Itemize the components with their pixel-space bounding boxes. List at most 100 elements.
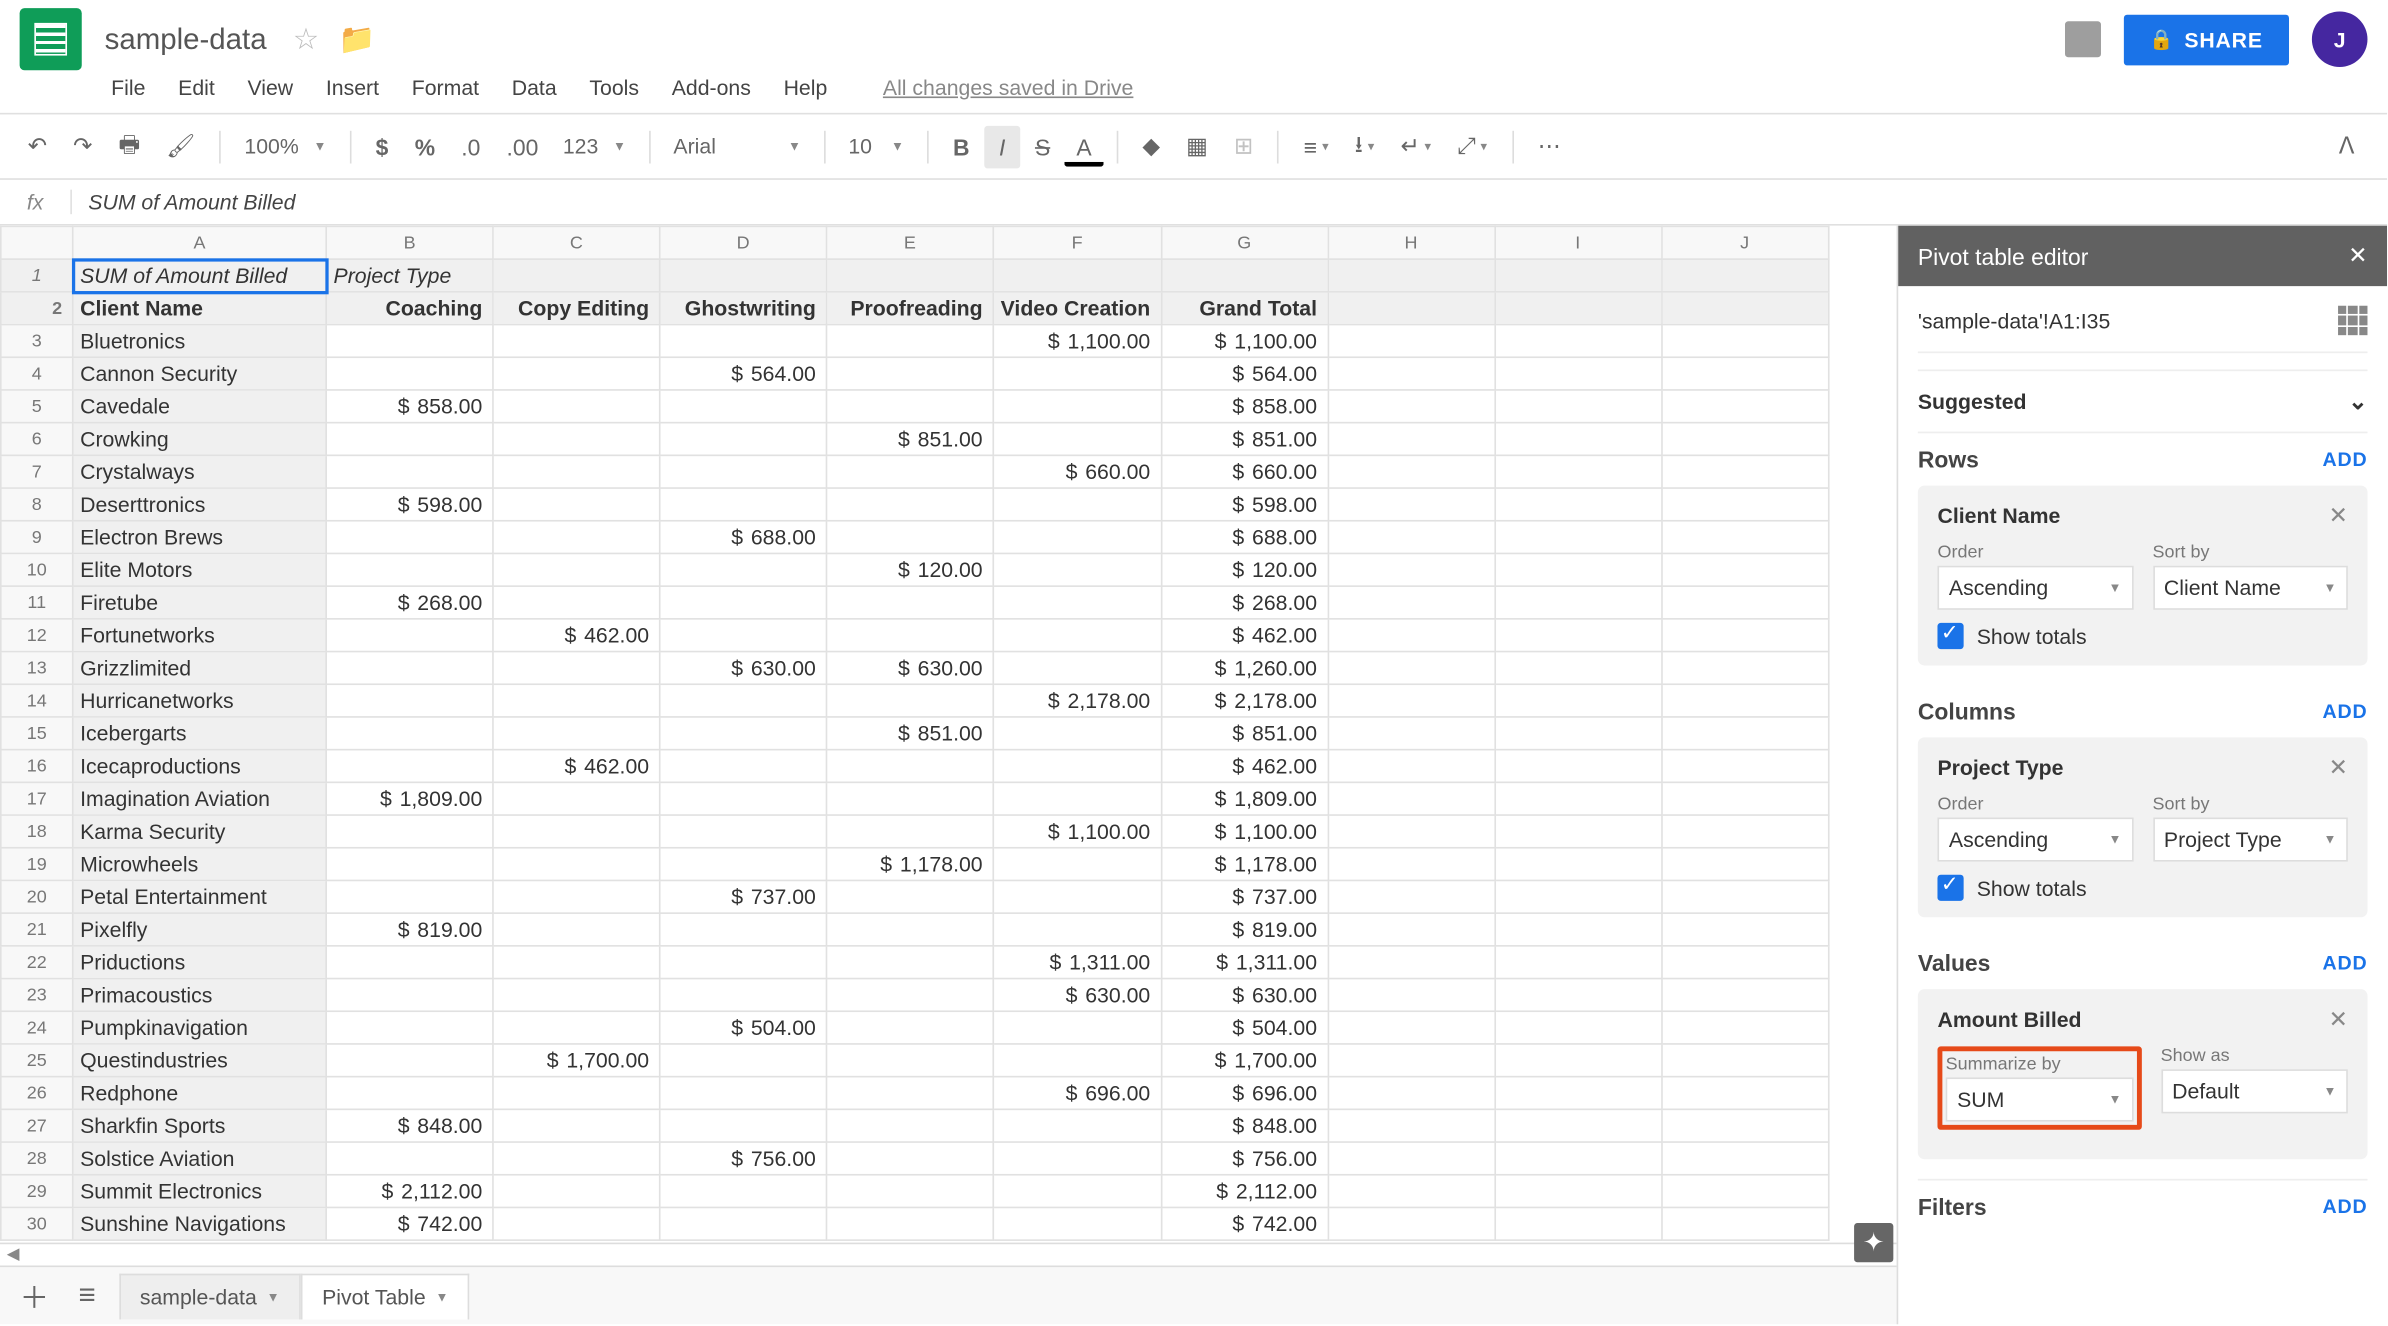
value-cell[interactable] bbox=[326, 717, 493, 750]
cell[interactable] bbox=[1661, 913, 1828, 946]
value-cell[interactable]: $504.00 bbox=[1161, 1011, 1328, 1044]
value-cell[interactable] bbox=[826, 1044, 993, 1077]
value-cell[interactable]: $688.00 bbox=[1161, 521, 1328, 554]
cell[interactable] bbox=[1661, 619, 1828, 652]
value-cell[interactable] bbox=[326, 521, 493, 554]
fill-color-button[interactable]: ◆ bbox=[1131, 124, 1172, 168]
row-header[interactable]: 21 bbox=[1, 913, 73, 946]
cell[interactable] bbox=[1328, 488, 1495, 521]
value-cell[interactable]: $660.00 bbox=[1161, 455, 1328, 488]
value-cell[interactable]: $120.00 bbox=[826, 553, 993, 586]
value-cell[interactable]: $742.00 bbox=[1161, 1207, 1328, 1240]
menu-help[interactable]: Help bbox=[784, 75, 828, 100]
value-cell[interactable] bbox=[826, 880, 993, 913]
value-cell[interactable] bbox=[826, 979, 993, 1012]
cell[interactable] bbox=[1494, 815, 1661, 848]
client-name-cell[interactable]: Icecaproductions bbox=[73, 750, 326, 783]
cell[interactable] bbox=[1494, 259, 1661, 292]
client-name-cell[interactable]: Pixelfly bbox=[73, 913, 326, 946]
more-formats-button[interactable]: 123▼ bbox=[553, 131, 636, 162]
value-cell[interactable]: $1,100.00 bbox=[1161, 815, 1328, 848]
value-cell[interactable]: $630.00 bbox=[826, 652, 993, 685]
value-cell[interactable] bbox=[826, 782, 993, 815]
cell[interactable] bbox=[1328, 423, 1495, 456]
cell[interactable] bbox=[1328, 815, 1495, 848]
value-cell[interactable] bbox=[493, 684, 660, 717]
cell[interactable] bbox=[1328, 880, 1495, 913]
cell[interactable] bbox=[1328, 390, 1495, 423]
cell[interactable] bbox=[1661, 1175, 1828, 1208]
menu-file[interactable]: File bbox=[111, 75, 145, 100]
cell[interactable] bbox=[1328, 1044, 1495, 1077]
column-header[interactable]: A bbox=[73, 226, 326, 259]
move-folder-icon[interactable]: 📁 bbox=[339, 22, 376, 56]
value-cell[interactable] bbox=[660, 782, 827, 815]
row-header[interactable]: 28 bbox=[1, 1142, 73, 1175]
value-cell[interactable] bbox=[660, 488, 827, 521]
remove-columns-field-button[interactable]: ✕ bbox=[2329, 754, 2348, 782]
value-cell[interactable] bbox=[993, 619, 1161, 652]
value-cell[interactable] bbox=[493, 848, 660, 881]
value-cell[interactable] bbox=[826, 1109, 993, 1142]
value-cell[interactable]: $1,100.00 bbox=[993, 325, 1161, 358]
value-cell[interactable] bbox=[993, 1175, 1161, 1208]
value-cell[interactable]: $1,311.00 bbox=[993, 946, 1161, 979]
value-cell[interactable] bbox=[993, 1109, 1161, 1142]
align-h-button[interactable]: ≡▾ bbox=[1292, 125, 1340, 168]
select-all-corner[interactable] bbox=[1, 226, 73, 259]
pivot-col-field-cell[interactable]: Project Type bbox=[326, 259, 493, 292]
value-cell[interactable] bbox=[660, 423, 827, 456]
value-cell[interactable] bbox=[493, 1077, 660, 1110]
cell[interactable] bbox=[1328, 684, 1495, 717]
cell[interactable] bbox=[1328, 848, 1495, 881]
menu-view[interactable]: View bbox=[247, 75, 293, 100]
value-cell[interactable] bbox=[826, 913, 993, 946]
value-cell[interactable] bbox=[826, 815, 993, 848]
cell[interactable] bbox=[1661, 259, 1828, 292]
cell[interactable] bbox=[1661, 1011, 1828, 1044]
cell[interactable] bbox=[1494, 1077, 1661, 1110]
cell[interactable] bbox=[1494, 521, 1661, 554]
cell[interactable] bbox=[1661, 880, 1828, 913]
value-cell[interactable]: $1,100.00 bbox=[1161, 325, 1328, 358]
row-header[interactable]: 15 bbox=[1, 717, 73, 750]
cell[interactable] bbox=[1494, 1175, 1661, 1208]
value-cell[interactable] bbox=[826, 946, 993, 979]
cell[interactable] bbox=[1328, 652, 1495, 685]
cell[interactable] bbox=[1661, 390, 1828, 423]
value-cell[interactable]: $630.00 bbox=[1161, 979, 1328, 1012]
value-cell[interactable]: $660.00 bbox=[993, 455, 1161, 488]
client-name-cell[interactable]: Cavedale bbox=[73, 390, 326, 423]
client-name-cell[interactable]: Solstice Aviation bbox=[73, 1142, 326, 1175]
scroll-left-button[interactable]: ◀ bbox=[0, 1246, 26, 1264]
value-cell[interactable]: $696.00 bbox=[993, 1077, 1161, 1110]
cell[interactable] bbox=[1328, 1109, 1495, 1142]
value-cell[interactable]: $2,178.00 bbox=[993, 684, 1161, 717]
value-cell[interactable] bbox=[826, 1207, 993, 1240]
client-name-cell[interactable]: Microwheels bbox=[73, 848, 326, 881]
cell[interactable] bbox=[826, 259, 993, 292]
cell[interactable] bbox=[1661, 455, 1828, 488]
value-cell[interactable]: $848.00 bbox=[326, 1109, 493, 1142]
value-cell[interactable] bbox=[660, 913, 827, 946]
value-cell[interactable] bbox=[326, 1077, 493, 1110]
row-header[interactable]: 11 bbox=[1, 586, 73, 619]
select-range-icon[interactable] bbox=[2338, 306, 2367, 335]
cell[interactable] bbox=[1661, 1077, 1828, 1110]
value-cell[interactable]: $1,311.00 bbox=[1161, 946, 1328, 979]
row-header[interactable]: 12 bbox=[1, 619, 73, 652]
row-header[interactable]: 27 bbox=[1, 1109, 73, 1142]
value-cell[interactable]: $462.00 bbox=[493, 619, 660, 652]
value-cell[interactable] bbox=[326, 684, 493, 717]
value-cell[interactable] bbox=[826, 390, 993, 423]
value-cell[interactable]: $819.00 bbox=[1161, 913, 1328, 946]
cell[interactable] bbox=[1328, 1207, 1495, 1240]
print-button[interactable]: 🖶 bbox=[107, 119, 152, 175]
client-name-cell[interactable]: Questindustries bbox=[73, 1044, 326, 1077]
value-cell[interactable] bbox=[326, 1044, 493, 1077]
cell[interactable] bbox=[1494, 586, 1661, 619]
fx-icon[interactable]: fx bbox=[0, 190, 72, 215]
value-cell[interactable]: $598.00 bbox=[1161, 488, 1328, 521]
value-cell[interactable]: $848.00 bbox=[1161, 1109, 1328, 1142]
client-name-cell[interactable]: Crowking bbox=[73, 423, 326, 456]
